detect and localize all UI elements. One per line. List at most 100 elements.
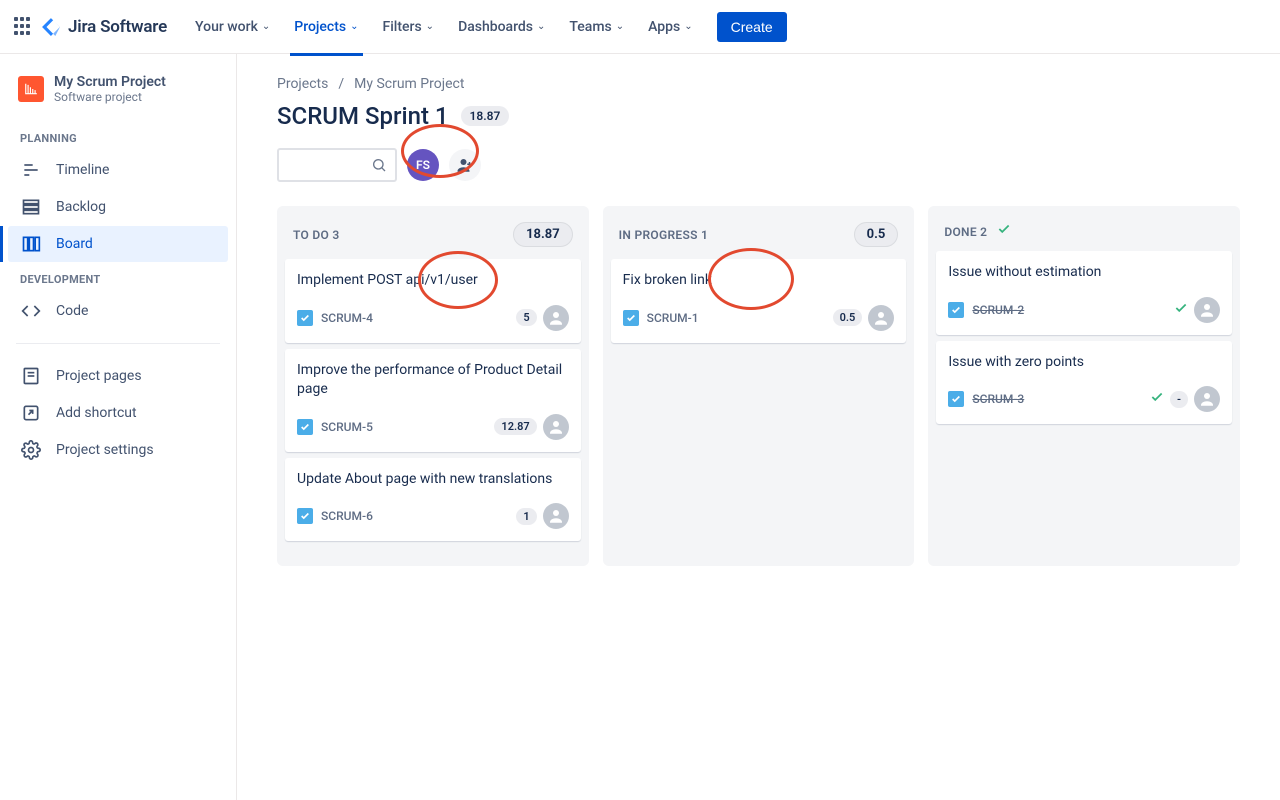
nav-item-dashboards[interactable]: Dashboards⌄ xyxy=(448,13,555,41)
nav-item-your-work[interactable]: Your work⌄ xyxy=(185,13,280,41)
sidebar-item-code[interactable]: Code xyxy=(8,293,228,329)
project-icon xyxy=(18,76,44,102)
story-points: 5 xyxy=(516,309,536,326)
column-to-do: TO DO 3 18.87 Implement POST api/v1/user … xyxy=(277,206,589,566)
breadcrumb-project[interactable]: My Scrum Project xyxy=(354,76,464,92)
issue-card[interactable]: Issue with zero points SCRUM-3 - xyxy=(936,341,1232,425)
sidebar-divider xyxy=(16,343,220,344)
issue-key: SCRUM-3 xyxy=(972,392,1024,406)
assignee-avatar[interactable] xyxy=(543,503,569,529)
sidebar-item-project-pages[interactable]: Project pages xyxy=(8,358,228,394)
section-planning-label: PLANNING xyxy=(8,122,228,151)
assignee-avatar[interactable] xyxy=(543,414,569,440)
sidebar: My Scrum Project Software project PLANNI… xyxy=(0,54,237,800)
code-icon xyxy=(20,301,42,321)
project-settings-icon xyxy=(20,440,42,460)
add-person-icon xyxy=(456,156,474,174)
create-button[interactable]: Create xyxy=(717,12,787,42)
task-icon xyxy=(948,302,964,318)
project-pages-icon xyxy=(20,366,42,386)
issue-card[interactable]: Issue without estimation SCRUM-2 xyxy=(936,251,1232,335)
board: TO DO 3 18.87 Implement POST api/v1/user … xyxy=(277,206,1240,566)
add-people-button[interactable] xyxy=(449,149,481,181)
issue-key: SCRUM-1 xyxy=(647,311,699,325)
task-icon xyxy=(948,391,964,407)
issue-key: SCRUM-5 xyxy=(321,420,373,434)
card-title: Update About page with new translations xyxy=(297,470,569,490)
sidebar-item-backlog[interactable]: Backlog xyxy=(8,189,228,225)
nav-item-apps[interactable]: Apps⌄ xyxy=(638,13,703,41)
section-development-label: DEVELOPMENT xyxy=(8,263,228,292)
task-icon xyxy=(623,310,639,326)
sprint-points-pill: 18.87 xyxy=(461,106,510,126)
task-icon xyxy=(297,310,313,326)
task-icon xyxy=(297,508,313,524)
issue-card[interactable]: Improve the performance of Product Detai… xyxy=(285,349,581,452)
story-points: 0.5 xyxy=(833,309,863,326)
issue-key: SCRUM-4 xyxy=(321,311,373,325)
sidebar-item-timeline[interactable]: Timeline xyxy=(8,152,228,188)
column-points-pill: 0.5 xyxy=(854,222,899,247)
assignee-avatar[interactable] xyxy=(1194,386,1220,412)
column-in-progress: IN PROGRESS 1 0.5 Fix broken link SCRUM-1… xyxy=(603,206,915,566)
toolbar: FS xyxy=(277,148,1240,182)
done-check-icon xyxy=(1174,301,1188,319)
chevron-down-icon: ⌄ xyxy=(616,21,624,32)
assignee-avatar[interactable] xyxy=(1194,297,1220,323)
logo-text: Jira Software xyxy=(68,17,167,37)
card-title: Implement POST api/v1/user xyxy=(297,271,569,291)
nav-item-filters[interactable]: Filters⌄ xyxy=(373,13,445,41)
column-title: DONE 2 xyxy=(944,222,1010,239)
sprint-title: SCRUM Sprint 1 xyxy=(277,102,449,130)
project-header[interactable]: My Scrum Project Software project xyxy=(8,74,228,122)
breadcrumb-root[interactable]: Projects xyxy=(277,76,328,92)
project-subtitle: Software project xyxy=(54,90,166,104)
nav-item-projects[interactable]: Projects⌄ xyxy=(284,13,368,41)
assignee-avatar[interactable] xyxy=(868,305,894,331)
search-icon xyxy=(371,157,387,173)
user-avatar[interactable]: FS xyxy=(407,149,439,181)
column-title: IN PROGRESS 1 xyxy=(619,228,708,242)
app-switcher-icon[interactable] xyxy=(12,15,36,39)
story-points: 1 xyxy=(516,508,536,525)
jira-logo[interactable]: Jira Software xyxy=(40,16,167,38)
project-title: My Scrum Project xyxy=(54,74,166,90)
chevron-down-icon: ⌄ xyxy=(684,21,692,32)
card-title: Issue without estimation xyxy=(948,263,1220,283)
chevron-down-icon: ⌄ xyxy=(262,21,270,32)
column-title: TO DO 3 xyxy=(293,228,340,242)
story-points: - xyxy=(1170,391,1188,408)
chevron-down-icon: ⌄ xyxy=(537,21,545,32)
chevron-down-icon: ⌄ xyxy=(426,21,434,32)
story-points: 12.87 xyxy=(494,418,536,435)
issue-key: SCRUM-2 xyxy=(972,303,1024,317)
column-done: DONE 2 Issue without estimation SCRUM-2 … xyxy=(928,206,1240,566)
chevron-down-icon: ⌄ xyxy=(350,21,358,32)
add-shortcut-icon xyxy=(20,403,42,423)
sidebar-item-project-settings[interactable]: Project settings xyxy=(8,432,228,468)
assignee-avatar[interactable] xyxy=(543,305,569,331)
main-content: Projects / My Scrum Project SCRUM Sprint… xyxy=(237,54,1280,800)
card-title: Issue with zero points xyxy=(948,353,1220,373)
issue-key: SCRUM-6 xyxy=(321,509,373,523)
top-nav: Jira Software Your work⌄Projects⌄Filters… xyxy=(0,0,1280,54)
board-icon xyxy=(20,234,42,254)
issue-card[interactable]: Fix broken link SCRUM-1 0.5 xyxy=(611,259,907,343)
issue-card[interactable]: Update About page with new translations … xyxy=(285,458,581,542)
jira-icon xyxy=(40,16,62,38)
timeline-icon xyxy=(20,160,42,180)
nav-items: Your work⌄Projects⌄Filters⌄Dashboards⌄Te… xyxy=(185,13,703,41)
nav-item-teams[interactable]: Teams⌄ xyxy=(559,13,634,41)
search-input[interactable] xyxy=(277,148,397,182)
breadcrumb: Projects / My Scrum Project xyxy=(277,76,1240,92)
sidebar-item-board[interactable]: Board xyxy=(8,226,228,262)
backlog-icon xyxy=(20,197,42,217)
done-check-icon xyxy=(997,225,1011,239)
card-title: Fix broken link xyxy=(623,271,895,291)
done-check-icon xyxy=(1150,390,1164,408)
sidebar-item-add-shortcut[interactable]: Add shortcut xyxy=(8,395,228,431)
task-icon xyxy=(297,419,313,435)
column-points-pill: 18.87 xyxy=(513,222,573,247)
card-title: Improve the performance of Product Detai… xyxy=(297,361,569,400)
issue-card[interactable]: Implement POST api/v1/user SCRUM-4 5 xyxy=(285,259,581,343)
